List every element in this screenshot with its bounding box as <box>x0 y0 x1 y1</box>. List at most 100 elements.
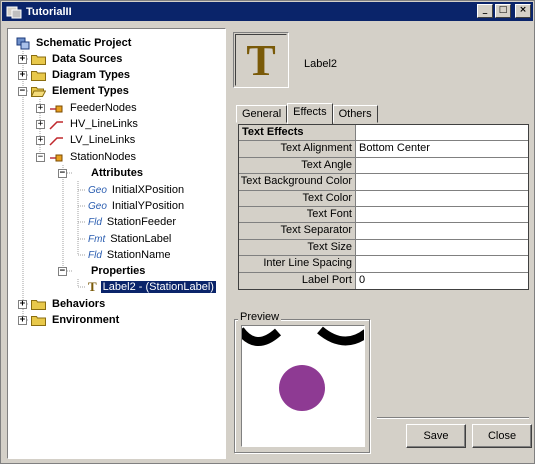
grid-row[interactable]: Text Font <box>239 206 528 224</box>
app-icon <box>6 5 22 19</box>
tree-item-label: StationLabel <box>110 233 172 245</box>
folder-icon <box>31 70 46 81</box>
tree-item-feedernodes[interactable]: + FeederNodes <box>36 100 139 116</box>
collapse-icon[interactable]: − <box>36 152 45 162</box>
grid-row[interactable]: Text Angle <box>239 157 528 175</box>
collapse-icon[interactable]: − <box>58 266 67 276</box>
grid-property-name: Text Color <box>239 190 356 206</box>
tree-item-label2[interactable]: T Label2 - (StationLabel) <box>88 279 217 295</box>
grid-property-value[interactable] <box>356 206 528 223</box>
field-attribute-icon: Fld <box>88 216 102 228</box>
save-button[interactable]: Save <box>406 424 466 448</box>
expand-icon[interactable]: + <box>36 119 45 129</box>
grid-property-name: Text Angle <box>239 157 356 174</box>
preview-arc-right <box>317 326 364 346</box>
grid-section-header: Text Effects <box>239 125 356 141</box>
preview-legend: Preview <box>238 311 282 323</box>
tree-item-label: Properties <box>91 265 146 277</box>
grid-row[interactable]: Label Port 0 <box>239 272 528 289</box>
tree-item-label: InitialYPosition <box>111 200 185 212</box>
tree-item-lv-linelinks[interactable]: + LV_LineLinks <box>36 132 137 148</box>
grid-row[interactable]: Text Size <box>239 239 528 257</box>
tree-item-root[interactable]: Schematic Project <box>16 35 133 51</box>
tree-item-data-sources[interactable]: + Data Sources <box>18 51 124 67</box>
tree-item-stationnodes[interactable]: − StationNodes <box>36 149 138 165</box>
collapse-icon[interactable]: − <box>18 86 27 96</box>
minimize-button[interactable]: _ <box>477 4 493 18</box>
grid-row[interactable]: Text Background Color <box>239 174 528 191</box>
expand-icon[interactable]: + <box>18 299 27 309</box>
tree-item-label: Label2 - (StationLabel) <box>99 280 217 294</box>
maximize-button[interactable]: □ <box>495 4 511 18</box>
grid-property-value[interactable]: 0 <box>356 272 528 289</box>
expand-icon[interactable]: + <box>36 135 45 145</box>
tree-item-properties[interactable]: − Properties <box>58 263 147 279</box>
grid-row[interactable]: Text Color <box>239 190 528 207</box>
grid-value-cell <box>356 125 528 141</box>
tree-item-label: LV_LineLinks <box>70 134 136 146</box>
project-tree[interactable]: Schematic Project + Data Sources + Diagr… <box>7 28 226 459</box>
window-title: TutorialII <box>26 5 72 18</box>
label-type-icon: T <box>233 32 289 88</box>
tree-item-label: Environment <box>52 314 120 326</box>
link-type-icon <box>49 134 64 146</box>
text-label-icon: T <box>88 279 97 294</box>
geo-attribute-icon: Geo <box>88 200 107 212</box>
tab-strip: General Effects Others <box>236 103 378 124</box>
button-area: Save Close <box>377 417 532 457</box>
tree-item-initialxposition[interactable]: Geo InitialXPosition <box>88 182 186 198</box>
tab-general[interactable]: General <box>236 105 288 123</box>
grid-property-value[interactable]: Bottom Center <box>356 141 528 157</box>
grid-property-value[interactable] <box>356 239 528 256</box>
tree-item-label: FeederNodes <box>70 102 137 114</box>
grid-property-name: Inter Line Spacing <box>239 256 356 272</box>
close-window-button[interactable]: × <box>515 4 531 18</box>
format-attribute-icon: Fmt <box>88 233 106 245</box>
tab-effects[interactable]: Effects <box>287 103 333 124</box>
tree-item-stationfeeder[interactable]: Fld StationFeeder <box>88 214 178 230</box>
grid-property-name: Label Port <box>239 272 356 289</box>
tree-item-element-types[interactable]: − Element Types <box>18 83 131 99</box>
link-type-icon <box>49 118 64 130</box>
title-bar[interactable]: TutorialII _ □ × <box>2 2 533 21</box>
node-type-icon <box>49 102 64 114</box>
expand-icon[interactable]: + <box>18 54 27 64</box>
grid-row[interactable]: Text Separator <box>239 223 528 240</box>
folder-icon <box>31 54 46 65</box>
tree-item-label: StationNodes <box>70 151 137 163</box>
grid-row[interactable]: Text Alignment Bottom Center <box>239 141 528 158</box>
tree-item-hv-linelinks[interactable]: + HV_LineLinks <box>36 116 140 132</box>
property-grid: Text Effects Text Alignment Bottom Cente… <box>238 124 529 290</box>
tree-item-label: Diagram Types <box>52 69 131 81</box>
tree-item-label: StationName <box>106 249 171 261</box>
grid-property-value[interactable] <box>356 256 528 272</box>
close-button[interactable]: Close <box>472 424 532 448</box>
tree-item-label: Schematic Project <box>36 37 132 49</box>
project-icon <box>16 37 31 50</box>
folder-icon <box>31 299 46 310</box>
tab-others[interactable]: Others <box>332 105 378 123</box>
grid-property-name: Text Alignment <box>239 141 356 157</box>
expand-icon[interactable]: + <box>18 70 27 80</box>
tree-item-label: HV_LineLinks <box>70 118 138 130</box>
expand-icon[interactable]: + <box>36 103 45 113</box>
expand-icon[interactable]: + <box>18 315 27 325</box>
grid-property-value[interactable] <box>356 223 528 239</box>
tree-item-label: Element Types <box>52 85 129 97</box>
tree-item-stationlabel[interactable]: Fmt StationLabel <box>88 231 173 247</box>
preview-station-circle <box>279 365 325 411</box>
collapse-icon[interactable]: − <box>58 168 67 178</box>
tree-item-behaviors[interactable]: + Behaviors <box>18 296 107 312</box>
node-type-icon <box>49 151 64 163</box>
tree-item-stationname[interactable]: Fld StationName <box>88 247 173 263</box>
tree-item-attributes[interactable]: − Attributes <box>58 165 145 181</box>
tree-item-environment[interactable]: + Environment <box>18 312 121 328</box>
preview-drawing <box>242 326 364 411</box>
grid-property-value[interactable] <box>356 190 528 206</box>
tree-item-diagram-types[interactable]: + Diagram Types <box>18 67 132 83</box>
grid-row[interactable]: Inter Line Spacing <box>239 256 528 273</box>
grid-property-value[interactable] <box>356 157 528 174</box>
app-window: TutorialII _ □ × Schematic Project + Dat… <box>0 0 535 464</box>
grid-property-value[interactable] <box>356 174 528 190</box>
tree-item-initialyposition[interactable]: Geo InitialYPosition <box>88 198 186 214</box>
